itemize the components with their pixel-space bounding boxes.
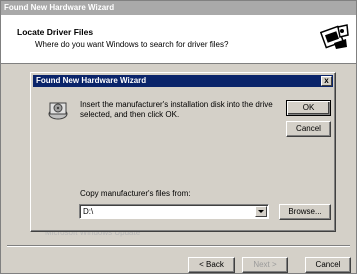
copy-from-label: Copy manufacturer's files from: (80, 189, 191, 198)
copy-from-value: D:\ (83, 207, 94, 216)
dialog-message: Insert the manufacturer's installation d… (80, 100, 273, 119)
dialog-title-bar: Found New Hardware Wizard x (33, 75, 333, 87)
wizard-cancel-button[interactable]: Cancel (305, 257, 351, 273)
wizard-header: Locate Driver Files Where do you want Wi… (1, 15, 356, 64)
chevron-down-icon[interactable] (255, 206, 267, 217)
floppy-disk-icon (48, 102, 68, 120)
page-subtitle: Where do you want Windows to search for … (35, 40, 229, 49)
copy-from-combobox[interactable]: D:\ (79, 204, 269, 219)
next-button[interactable]: Next > (242, 257, 288, 273)
close-button[interactable]: x (321, 76, 332, 86)
wizard-title-bar: Found New Hardware Wizard (1, 1, 356, 15)
back-button[interactable]: < Back (188, 257, 235, 273)
button-separator (7, 245, 350, 247)
browse-button[interactable]: Browse... (279, 204, 331, 220)
ok-button[interactable]: OK (286, 100, 331, 116)
page-title: Locate Driver Files (17, 27, 94, 37)
hardware-wizard-icon (320, 24, 349, 49)
cancel-button[interactable]: Cancel (286, 121, 331, 137)
install-from-disk-dialog: Found New Hardware Wizard x Insert the m… (30, 72, 336, 232)
dialog-title: Found New Hardware Wizard (36, 76, 147, 85)
